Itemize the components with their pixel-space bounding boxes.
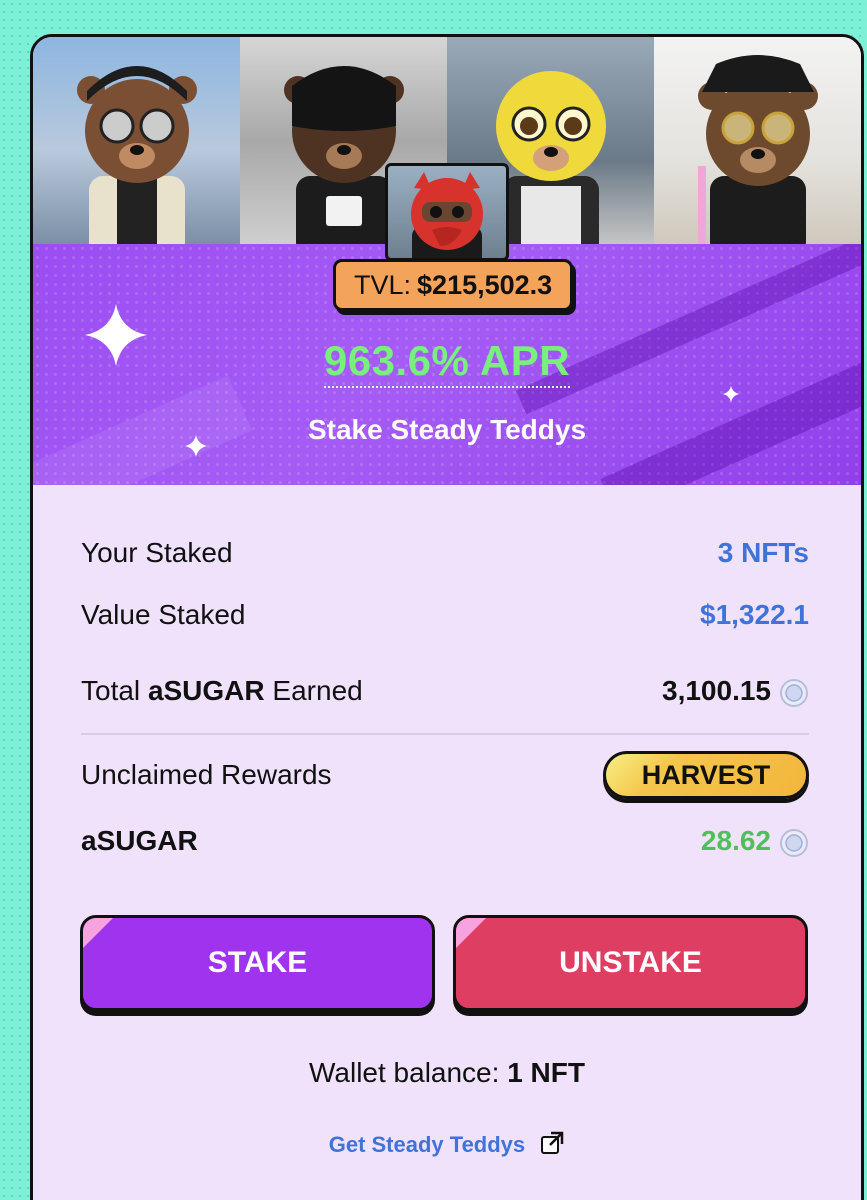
your-staked-value: 3 NFTs [717,537,809,568]
value-staked-value: $1,322.1 [700,599,809,630]
get-steady-teddys-label[interactable]: Get Steady Teddys [329,1132,525,1157]
sparkle-icon [85,304,147,366]
total-earned-value: 3,100.15 [662,675,771,706]
sparkle-icon [722,385,740,403]
apr-display[interactable]: 963.6% APR [33,337,861,388]
wallet-balance-label: Wallet balance: [309,1057,500,1088]
harvest-button[interactable]: HARVEST [603,751,809,799]
total-earned-prefix: Total [81,675,141,707]
total-earned-value-group: 3,100.15 [662,675,809,708]
wallet-balance: Wallet balance: 1 NFT [33,1057,861,1089]
tvl-label: TVL: [354,269,412,300]
unstake-button[interactable]: UNSTAKE [453,915,808,1011]
total-earned-token: aSUGAR [147,675,265,707]
reward-value-group: 28.62 [701,825,809,858]
your-staked-row: Your Staked 3 NFTs [81,537,809,569]
staking-card: TVL: $215,502.3 963.6% APR Stake Steady … [30,34,864,1200]
total-earned-label: Total aSUGAR Earned [81,675,363,707]
reward-value: 28.62 [700,825,771,856]
nft-image-bear-1 [33,37,240,244]
value-staked-label: Value Staked [81,599,246,630]
featured-nft-thumbnail [385,163,509,261]
nft-image-bear-4 [654,37,861,244]
pool-title: Stake Steady Teddys [307,414,587,445]
your-staked-label: Your Staked [81,537,233,568]
unclaimed-rewards-row: Unclaimed Rewards HARVEST [81,751,809,799]
sparkle-icon [185,435,207,457]
get-steady-teddys-link[interactable]: Get Steady Teddys [33,1130,861,1158]
total-earned-suffix: Earned [272,675,363,707]
tvl-badge: TVL: $215,502.3 [333,259,574,311]
reward-token-label: aSUGAR [81,825,198,857]
total-earned-row: Total aSUGAR Earned 3,100.15 [81,675,809,708]
unstake-button-label: UNSTAKE [559,946,702,979]
value-staked-row: Value Staked $1,322.1 [81,599,809,631]
asugar-coin-icon [780,678,808,707]
wallet-balance-value: 1 NFT [507,1057,585,1088]
reward-token-row: aSUGAR 28.62 [81,825,809,858]
apr-value[interactable]: 963.6% APR [323,337,571,388]
asugar-coin-icon [780,828,808,857]
unclaimed-rewards-label: Unclaimed Rewards [81,759,332,790]
stake-button-label: STAKE [207,946,308,979]
external-link-icon[interactable] [539,1130,565,1156]
stake-button[interactable]: STAKE [80,915,435,1011]
stats-divider [81,733,809,735]
tvl-value: $215,502.3 [417,269,553,300]
